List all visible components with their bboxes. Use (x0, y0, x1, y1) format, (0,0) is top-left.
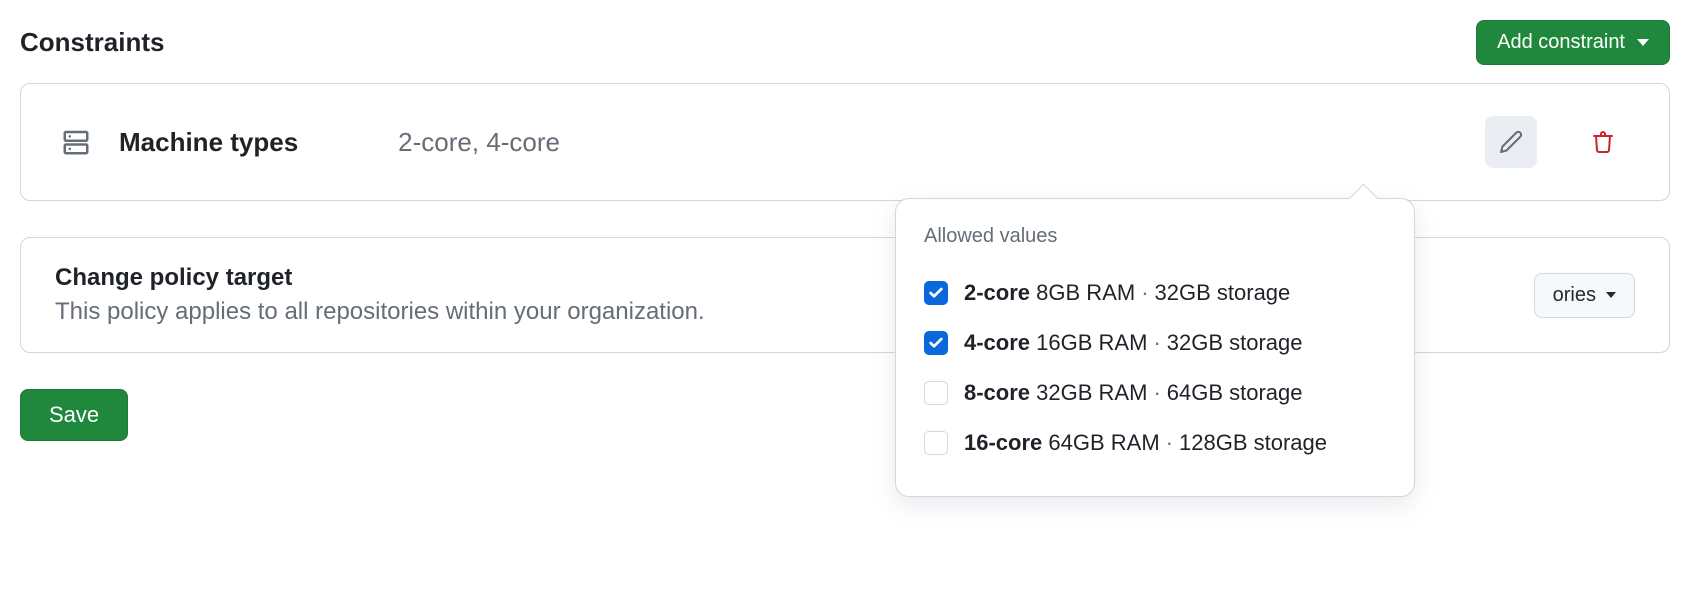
caret-down-icon (1606, 292, 1616, 298)
save-button[interactable]: Save (20, 389, 128, 441)
check-icon (928, 285, 944, 301)
policy-target-select-label: ories (1553, 284, 1596, 307)
checkbox[interactable] (924, 381, 948, 405)
allowed-value-option[interactable]: 4-core 16GB RAM·32GB storage (924, 318, 1386, 368)
popover-title: Allowed values (924, 225, 1386, 248)
trash-icon (1591, 130, 1615, 154)
caret-down-icon (1637, 39, 1649, 46)
checkbox[interactable] (924, 281, 948, 305)
option-label: 16-core 64GB RAM·128GB storage (964, 430, 1327, 456)
allowed-values-popover: Allowed values 2-core 8GB RAM·32GB stora… (895, 198, 1415, 497)
allowed-value-option[interactable]: 2-core 8GB RAM·32GB storage (924, 268, 1386, 318)
server-icon (61, 127, 91, 157)
check-icon (928, 335, 944, 351)
constraint-name: Machine types (119, 127, 298, 158)
option-label: 4-core 16GB RAM·32GB storage (964, 330, 1303, 356)
pencil-icon (1499, 130, 1523, 154)
constraint-row: Machine types 2-core, 4-core (20, 83, 1670, 201)
section-title: Constraints (20, 27, 164, 58)
allowed-value-option[interactable]: 8-core 32GB RAM·64GB storage (924, 368, 1386, 418)
add-constraint-button[interactable]: Add constraint (1476, 20, 1670, 65)
checkbox[interactable] (924, 331, 948, 355)
add-constraint-label: Add constraint (1497, 31, 1625, 54)
allowed-value-option[interactable]: 16-core 64GB RAM·128GB storage (924, 418, 1386, 468)
policy-target-card: Change policy target This policy applies… (20, 237, 1670, 353)
option-label: 8-core 32GB RAM·64GB storage (964, 380, 1303, 406)
policy-target-select[interactable]: ories (1534, 273, 1635, 318)
delete-button[interactable] (1577, 116, 1629, 168)
edit-button[interactable] (1485, 116, 1537, 168)
constraint-summary: 2-core, 4-core (398, 127, 1485, 158)
option-label: 2-core 8GB RAM·32GB storage (964, 280, 1290, 306)
checkbox[interactable] (924, 431, 948, 455)
